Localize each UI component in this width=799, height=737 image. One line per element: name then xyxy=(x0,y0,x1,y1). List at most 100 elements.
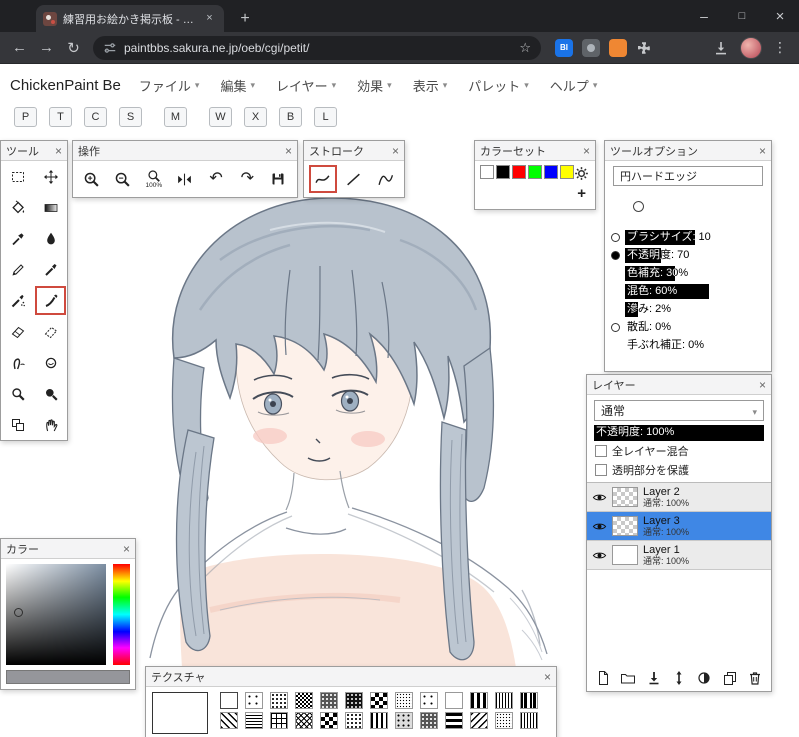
zoom-out-button[interactable] xyxy=(109,171,137,188)
close-icon[interactable] xyxy=(583,145,590,157)
tool-airbrush[interactable] xyxy=(1,285,34,316)
texture-swatch-checker[interactable] xyxy=(370,692,388,709)
layer-opacity-slider[interactable]: 不透明度: 100% 不透明度: 100% xyxy=(594,425,764,441)
texture-swatch-vlines-fine[interactable] xyxy=(495,692,513,709)
stabilizer-slider[interactable]: 手ぶれ補正: 0% 手ぶれ補正: 0% xyxy=(625,337,765,353)
flip-horizontal-button[interactable] xyxy=(171,171,199,188)
blend-mode-select[interactable]: 通常 xyxy=(594,400,764,421)
texture-swatch-crosshatch[interactable] xyxy=(295,712,313,729)
zoom-in-button[interactable] xyxy=(78,171,106,188)
close-icon[interactable] xyxy=(544,671,551,683)
texture-swatch-white[interactable] xyxy=(220,692,238,709)
eye-icon[interactable] xyxy=(592,490,607,505)
pressure-radio-scatter[interactable] xyxy=(611,322,620,332)
duplicate-layer-button[interactable] xyxy=(722,670,738,686)
shortcut-button-l[interactable]: L xyxy=(314,107,337,127)
back-button[interactable] xyxy=(6,34,33,61)
close-icon[interactable] xyxy=(759,145,766,157)
bleed-slider[interactable]: 混色: 60% 混色: 60% xyxy=(625,283,765,299)
sample-all-layers-option[interactable]: 全レイヤー混合 xyxy=(587,441,771,460)
color-swatch[interactable] xyxy=(544,165,558,179)
shortcut-button-c[interactable]: C xyxy=(84,107,107,127)
tool-brush-selected[interactable] xyxy=(34,285,67,316)
menu-effect[interactable]: 効果 xyxy=(357,76,392,95)
profile-avatar[interactable] xyxy=(740,36,762,59)
tool-transform[interactable] xyxy=(1,409,34,440)
lock-alpha-option[interactable]: 透明部分を保護 xyxy=(587,460,771,479)
forward-button[interactable] xyxy=(33,34,60,61)
layer-row-layer2[interactable]: Layer 2 通常: 100% xyxy=(587,483,771,512)
close-icon[interactable] xyxy=(123,543,130,555)
color-swatch[interactable] xyxy=(512,165,526,179)
add-group-button[interactable] xyxy=(620,670,636,686)
texture-swatch-dots-very-dense[interactable] xyxy=(345,692,363,709)
extension-icon-3[interactable] xyxy=(609,38,627,57)
texture-swatch-dots-dense-2[interactable] xyxy=(420,712,438,729)
texture-swatch-vlines-bold[interactable] xyxy=(470,692,488,709)
current-color-swatch[interactable] xyxy=(6,670,130,684)
pressure-radio-size[interactable] xyxy=(611,232,620,242)
menu-file[interactable]: ファイル xyxy=(139,76,200,95)
texture-swatch-dither25[interactable] xyxy=(395,712,413,729)
tool-hand[interactable] xyxy=(34,409,67,440)
brush-size-slider[interactable]: ブラシサイズ: 10 ブラシサイズ: 10 xyxy=(625,229,765,245)
texture-swatch-diagonal[interactable] xyxy=(220,712,238,729)
tab-close-icon[interactable] xyxy=(202,11,217,26)
texture-swatch-hlines[interactable] xyxy=(245,712,263,729)
sv-selector[interactable] xyxy=(14,608,23,617)
reload-button[interactable] xyxy=(60,34,87,61)
shortcut-button-t[interactable]: T xyxy=(49,107,72,127)
tool-palette-header[interactable]: ツール xyxy=(1,141,67,161)
opacity-slider[interactable]: 不透明度: 70 不透明度: 70 xyxy=(625,247,765,263)
undo-button[interactable] xyxy=(202,171,230,187)
zoom-100-button[interactable]: 100% xyxy=(140,169,168,189)
texture-swatch-dot-grid-2[interactable] xyxy=(495,712,513,729)
brush-type-select[interactable]: 円ハードエッジ xyxy=(613,166,763,186)
stroke-line-button[interactable] xyxy=(341,166,367,192)
tool-burn[interactable] xyxy=(34,378,67,409)
tool-options-header[interactable]: ツールオプション xyxy=(605,141,771,161)
add-layer-button[interactable] xyxy=(595,670,611,686)
texture-swatch-dots-medium[interactable] xyxy=(270,692,288,709)
close-icon[interactable] xyxy=(759,379,766,391)
menu-view[interactable]: 表示 xyxy=(413,76,448,95)
shortcut-button-p[interactable]: P xyxy=(14,107,37,127)
tool-smudge[interactable] xyxy=(1,347,34,378)
texture-swatch-dots-sparse[interactable] xyxy=(245,692,263,709)
texture-swatch-dots-dense[interactable] xyxy=(320,692,338,709)
hue-strip[interactable] xyxy=(113,564,130,665)
delete-layer-button[interactable] xyxy=(747,670,763,686)
window-minimize-button[interactable] xyxy=(685,0,723,32)
color-swatch[interactable] xyxy=(480,165,494,179)
drawing-canvas[interactable] xyxy=(70,190,610,670)
browser-tab[interactable]: 練習用お絵かき掲示板 - お絵かき xyxy=(36,5,224,32)
tool-color-picker[interactable] xyxy=(1,223,34,254)
close-icon[interactable] xyxy=(392,145,399,157)
texture-swatch-dither50[interactable] xyxy=(295,692,313,709)
extensions-puzzle-icon[interactable] xyxy=(636,40,652,56)
move-layer-button[interactable] xyxy=(671,670,687,686)
texture-swatch-white-2[interactable] xyxy=(445,692,463,709)
layer-mask-button[interactable] xyxy=(696,670,712,686)
swatches-palette-header[interactable]: カラーセット xyxy=(475,141,595,161)
window-maximize-button[interactable] xyxy=(723,0,761,32)
bookmark-star-icon[interactable] xyxy=(519,40,531,56)
shortcut-button-x[interactable]: X xyxy=(244,107,267,127)
color-swatch[interactable] xyxy=(560,165,574,179)
tool-blender[interactable] xyxy=(34,347,67,378)
resat-slider[interactable]: 色補充: 30% 色補充: 30% xyxy=(625,265,765,281)
shortcut-button-s[interactable]: S xyxy=(119,107,142,127)
layer-row-layer1[interactable]: Layer 1 通常: 100% xyxy=(587,541,771,570)
color-swatch[interactable] xyxy=(496,165,510,179)
smudge-slider[interactable]: 滲み: 2% 滲み: 2% xyxy=(625,301,765,317)
tool-pencil[interactable] xyxy=(1,254,34,285)
layer-row-layer3-selected[interactable]: Layer 3 通常: 100% xyxy=(587,512,771,541)
texture-palette-header[interactable]: テクスチャ xyxy=(146,667,556,687)
texture-swatch-dot-grid[interactable] xyxy=(395,692,413,709)
texture-swatch-dots-medium-2[interactable] xyxy=(345,712,363,729)
tool-dodge[interactable] xyxy=(1,378,34,409)
shortcut-button-b[interactable]: B xyxy=(279,107,302,127)
tool-move[interactable] xyxy=(34,161,67,192)
stroke-palette-header[interactable]: ストローク xyxy=(304,141,404,161)
menu-help[interactable]: ヘルプ xyxy=(550,76,598,95)
